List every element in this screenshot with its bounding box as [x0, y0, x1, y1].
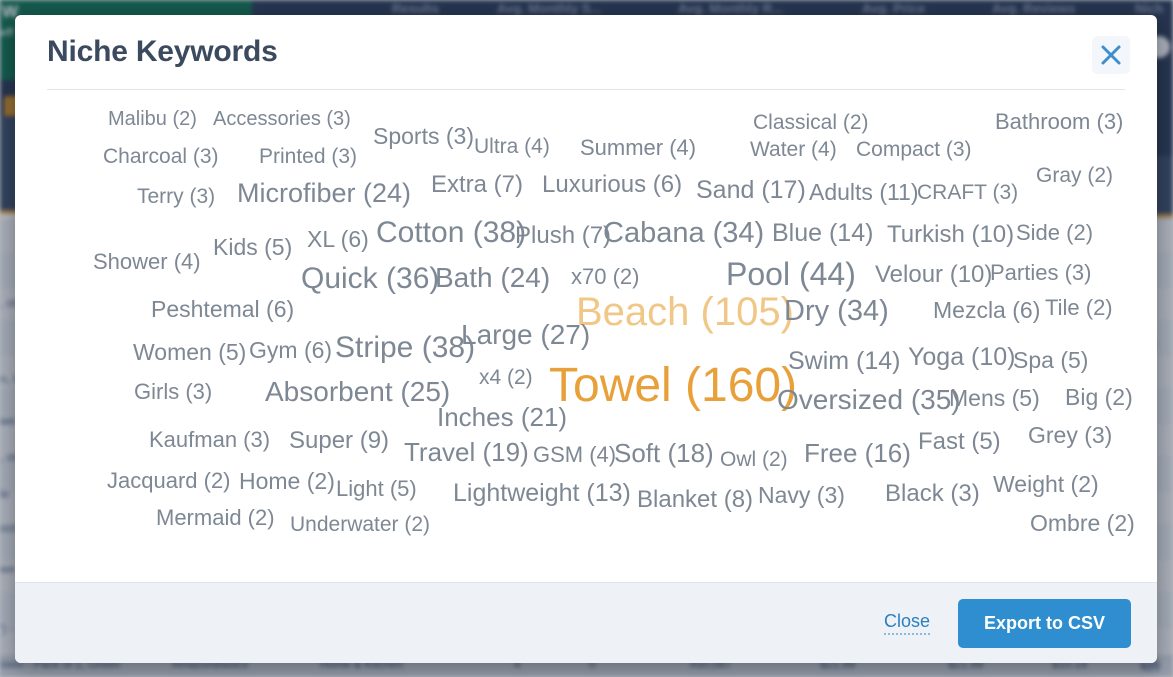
keyword-side[interactable]: Side (2): [1016, 222, 1093, 244]
keyword-fast[interactable]: Fast (5): [918, 430, 1001, 454]
keyword-jacquard[interactable]: Jacquard (2): [107, 470, 231, 492]
keyword-mermaid[interactable]: Mermaid (2): [156, 507, 275, 529]
keyword-large[interactable]: Large (27): [461, 321, 590, 349]
keyword-quick[interactable]: Quick (36): [301, 264, 439, 294]
keyword-navy[interactable]: Navy (3): [758, 484, 845, 507]
keyword-parties[interactable]: Parties (3): [990, 262, 1091, 284]
keyword-soft[interactable]: Soft (18): [614, 440, 714, 466]
keyword-classical[interactable]: Classical (2): [753, 112, 869, 133]
keyword-charcoal[interactable]: Charcoal (3): [103, 146, 219, 167]
keyword-summer[interactable]: Summer (4): [580, 137, 696, 159]
keyword-water[interactable]: Water (4): [750, 139, 837, 160]
keyword-girls[interactable]: Girls (3): [134, 381, 212, 403]
keyword-adults[interactable]: Adults (11): [809, 181, 919, 204]
keyword-gym[interactable]: Gym (6): [249, 339, 332, 362]
keyword-spa[interactable]: Spa (5): [1013, 349, 1088, 372]
keyword-gsm[interactable]: GSM (4): [533, 444, 616, 466]
keyword-x70[interactable]: x70 (2): [571, 266, 639, 288]
keyword-gray[interactable]: Gray (2): [1036, 165, 1113, 186]
keyword-inches[interactable]: Inches (21): [437, 404, 567, 430]
keyword-lightweight[interactable]: Lightweight (13): [453, 481, 631, 506]
keyword-kaufman[interactable]: Kaufman (3): [149, 429, 270, 451]
keyword-super[interactable]: Super (9): [289, 429, 389, 453]
keyword-tile[interactable]: Tile (2): [1045, 297, 1113, 319]
keyword-swim[interactable]: Swim (14): [788, 349, 901, 374]
keyword-big[interactable]: Big (2): [1065, 386, 1133, 409]
keyword-velour[interactable]: Velour (10): [875, 263, 992, 287]
keyword-pool[interactable]: Pool (44): [726, 258, 856, 290]
keyword-light[interactable]: Light (5): [336, 478, 417, 500]
keyword-yoga[interactable]: Yoga (10): [908, 345, 1016, 370]
close-button[interactable]: Close: [883, 611, 930, 635]
keyword-luxurious[interactable]: Luxurious (6): [542, 173, 682, 197]
keyword-peshtemal[interactable]: Peshtemal (6): [151, 298, 294, 321]
keyword-beach[interactable]: Beach (105): [576, 292, 794, 332]
keyword-travel[interactable]: Travel (19): [404, 439, 529, 465]
export-to-csv-button[interactable]: Export to CSV: [957, 598, 1131, 648]
keyword-xl[interactable]: XL (6): [307, 228, 369, 251]
keyword-grey[interactable]: Grey (3): [1028, 424, 1112, 447]
keyword-bath[interactable]: Bath (24): [435, 264, 550, 292]
keyword-dry[interactable]: Dry (34): [784, 297, 889, 326]
keyword-cotton[interactable]: Cotton (38): [376, 218, 526, 248]
keyword-microfiber[interactable]: Microfiber (24): [237, 180, 411, 207]
keyword-black[interactable]: Black (3): [885, 482, 980, 506]
keyword-cabana[interactable]: Cabana (34): [603, 219, 764, 248]
keyword-blue[interactable]: Blue (14): [772, 221, 873, 246]
keyword-plush[interactable]: Plush (7): [515, 224, 611, 248]
keyword-ultra[interactable]: Ultra (4): [474, 136, 550, 157]
keyword-bathroom[interactable]: Bathroom (3): [995, 111, 1123, 133]
keyword-word-cloud: Malibu (2) Accessories (3) Sports (3) Ultra…: [15, 90, 1157, 582]
keyword-extra[interactable]: Extra (7): [431, 173, 523, 197]
keyword-home[interactable]: Home (2): [239, 470, 335, 493]
close-icon[interactable]: [1092, 36, 1130, 74]
keyword-terry[interactable]: Terry (3): [137, 186, 215, 207]
keyword-blanket[interactable]: Blanket (8): [637, 488, 753, 512]
keyword-ombre[interactable]: Ombre (2): [1030, 512, 1135, 535]
keyword-mens[interactable]: Mens (5): [949, 387, 1040, 410]
keyword-underwater[interactable]: Underwater (2): [290, 514, 430, 535]
keyword-accessories[interactable]: Accessories (3): [213, 109, 351, 129]
keyword-owl[interactable]: Owl (2): [720, 449, 788, 470]
keyword-sand[interactable]: Sand (17): [696, 178, 806, 203]
keyword-women[interactable]: Women (5): [133, 341, 246, 364]
keyword-malibu[interactable]: Malibu (2): [108, 109, 197, 129]
niche-keywords-modal: Niche Keywords Malibu (2) Accessories (3)…: [15, 15, 1157, 663]
keyword-stripe[interactable]: Stripe (38): [335, 333, 475, 363]
keyword-craft[interactable]: CRAFT (3): [917, 182, 1018, 203]
keyword-printed[interactable]: Printed (3): [259, 146, 357, 167]
keyword-sports[interactable]: Sports (3): [373, 125, 474, 148]
modal-header: Niche Keywords: [15, 15, 1157, 89]
keyword-kids[interactable]: Kids (5): [213, 236, 292, 259]
keyword-free[interactable]: Free (16): [804, 440, 911, 466]
keyword-compact[interactable]: Compact (3): [856, 139, 972, 160]
keyword-absorbent[interactable]: Absorbent (25): [265, 378, 450, 406]
keyword-weight[interactable]: Weight (2): [993, 473, 1099, 496]
modal-title: Niche Keywords: [47, 35, 278, 68]
keyword-turkish[interactable]: Turkish (10): [887, 223, 1014, 247]
keyword-towel[interactable]: Towel (160): [549, 362, 797, 410]
keyword-mezcla[interactable]: Mezcla (6): [933, 299, 1040, 322]
modal-footer: Close Export to CSV: [15, 582, 1157, 663]
keyword-shower[interactable]: Shower (4): [93, 251, 201, 273]
keyword-x4[interactable]: x4 (2): [479, 367, 533, 388]
keyword-oversized[interactable]: Oversized (35): [777, 386, 961, 414]
